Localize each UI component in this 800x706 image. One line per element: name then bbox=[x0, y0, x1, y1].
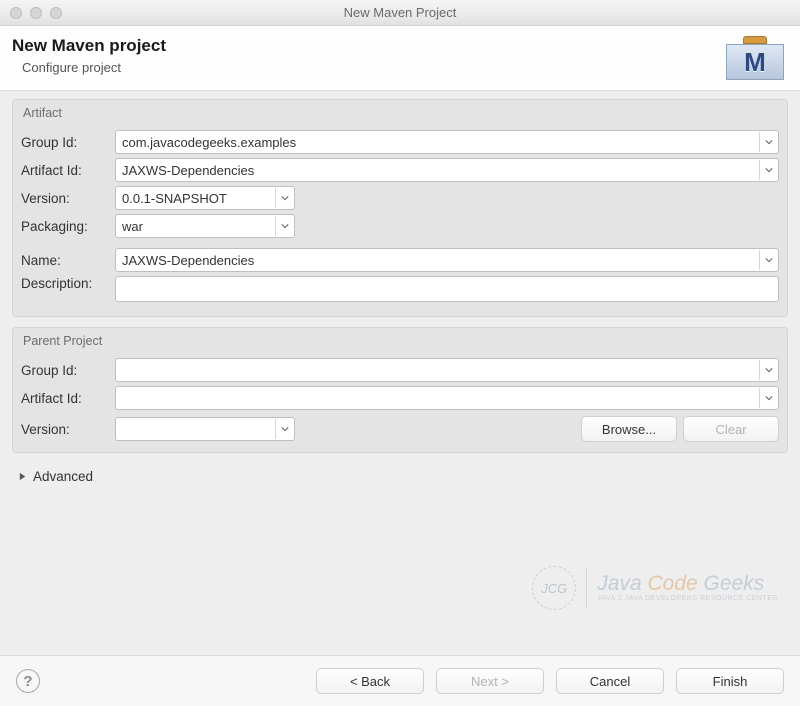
parent-version-field[interactable] bbox=[115, 417, 295, 441]
page-subtitle: Configure project bbox=[22, 60, 726, 75]
finish-button[interactable]: Finish bbox=[676, 668, 784, 694]
artifact-legend: Artifact bbox=[21, 106, 779, 126]
maven-icon: M bbox=[726, 36, 784, 80]
dialog-header: New Maven project Configure project M bbox=[0, 26, 800, 91]
chevron-down-icon[interactable] bbox=[759, 160, 777, 180]
version-field[interactable]: 0.0.1-SNAPSHOT bbox=[115, 186, 295, 210]
window-title: New Maven Project bbox=[0, 5, 800, 20]
chevron-down-icon[interactable] bbox=[759, 388, 777, 408]
next-button[interactable]: Next > bbox=[436, 668, 544, 694]
chevron-down-icon[interactable] bbox=[275, 216, 293, 236]
parent-version-label: Version: bbox=[21, 422, 109, 437]
page-title: New Maven project bbox=[12, 36, 726, 56]
parent-group-id-label: Group Id: bbox=[21, 363, 109, 378]
version-value: 0.0.1-SNAPSHOT bbox=[122, 191, 227, 206]
name-field[interactable]: JAXWS-Dependencies bbox=[115, 248, 779, 272]
name-value: JAXWS-Dependencies bbox=[122, 253, 254, 268]
parent-artifact-id-field[interactable] bbox=[115, 386, 779, 410]
title-bar: New Maven Project bbox=[0, 0, 800, 26]
chevron-down-icon[interactable] bbox=[759, 132, 777, 152]
description-label: Description: bbox=[21, 276, 109, 291]
parent-group-id-field[interactable] bbox=[115, 358, 779, 382]
description-field[interactable] bbox=[115, 276, 779, 302]
parent-artifact-id-label: Artifact Id: bbox=[21, 391, 109, 406]
advanced-disclosure[interactable]: Advanced bbox=[12, 463, 788, 486]
packaging-label: Packaging: bbox=[21, 219, 109, 234]
artifact-id-field[interactable]: JAXWS-Dependencies bbox=[115, 158, 779, 182]
triangle-right-icon bbox=[18, 469, 27, 484]
packaging-value: war bbox=[122, 219, 143, 234]
back-button[interactable]: < Back bbox=[316, 668, 424, 694]
browse-button[interactable]: Browse... bbox=[581, 416, 677, 442]
chevron-down-icon[interactable] bbox=[759, 360, 777, 380]
help-icon[interactable]: ? bbox=[16, 669, 40, 693]
version-label: Version: bbox=[21, 191, 109, 206]
advanced-label: Advanced bbox=[33, 469, 93, 484]
parent-project-group: Parent Project Group Id: Artifact Id: Ve… bbox=[12, 327, 788, 453]
group-id-field[interactable]: com.javacodegeeks.examples bbox=[115, 130, 779, 154]
group-id-value: com.javacodegeeks.examples bbox=[122, 135, 296, 150]
packaging-field[interactable]: war bbox=[115, 214, 295, 238]
chevron-down-icon[interactable] bbox=[275, 188, 293, 208]
artifact-group: Artifact Group Id: com.javacodegeeks.exa… bbox=[12, 99, 788, 317]
dialog-footer: ? < Back Next > Cancel Finish bbox=[0, 655, 800, 706]
dialog-body: Artifact Group Id: com.javacodegeeks.exa… bbox=[0, 91, 800, 655]
artifact-id-label: Artifact Id: bbox=[21, 163, 109, 178]
chevron-down-icon[interactable] bbox=[759, 250, 777, 270]
name-label: Name: bbox=[21, 253, 109, 268]
artifact-id-value: JAXWS-Dependencies bbox=[122, 163, 254, 178]
parent-legend: Parent Project bbox=[21, 334, 779, 354]
cancel-button[interactable]: Cancel bbox=[556, 668, 664, 694]
chevron-down-icon[interactable] bbox=[275, 419, 293, 439]
group-id-label: Group Id: bbox=[21, 135, 109, 150]
clear-button[interactable]: Clear bbox=[683, 416, 779, 442]
